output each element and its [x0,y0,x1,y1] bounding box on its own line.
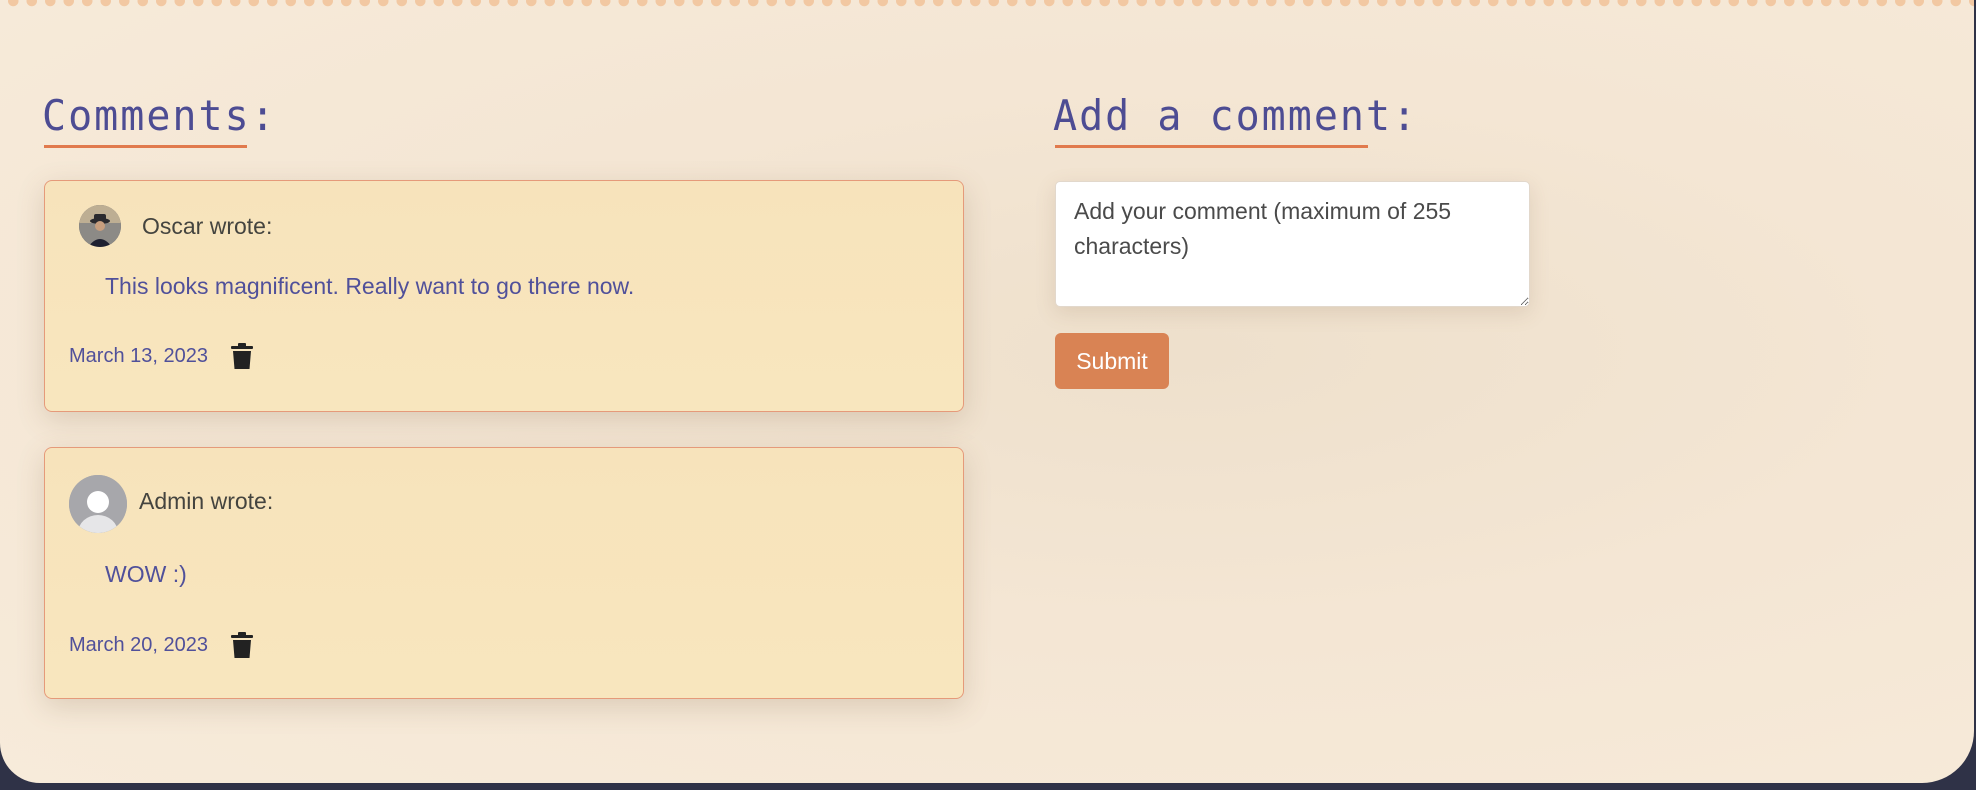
comment-card: Oscar wrote: This looks magnificent. Rea… [44,180,964,412]
comment-input[interactable] [1055,181,1530,307]
add-comment-heading-underline [1055,145,1368,148]
comment-text: This looks magnificent. Really want to g… [105,273,635,299]
dotted-top-border [0,0,1974,8]
comment-author: Oscar wrote: [142,213,273,239]
comments-heading: Comments: [42,92,277,141]
avatar [79,205,121,247]
comments-heading-underline [44,145,247,148]
default-user-avatar-icon [69,475,127,533]
avatar [69,475,127,533]
add-comment-heading: Add a comment: [1053,92,1419,141]
comment-author: Admin wrote: [139,488,274,514]
submit-button[interactable]: Submit [1055,333,1169,389]
trash-icon[interactable] [231,343,253,369]
trash-icon[interactable] [231,632,253,658]
comment-date: March 20, 2023 [69,634,208,656]
comment-text: WOW :) [105,561,187,587]
comment-card: Admin wrote: WOW :) March 20, 2023 [44,447,964,699]
comment-date: March 13, 2023 [69,345,208,367]
page-panel: Comments: Oscar wrote: This looks magnif… [0,0,1974,783]
user-photo-avatar-icon [79,205,121,247]
